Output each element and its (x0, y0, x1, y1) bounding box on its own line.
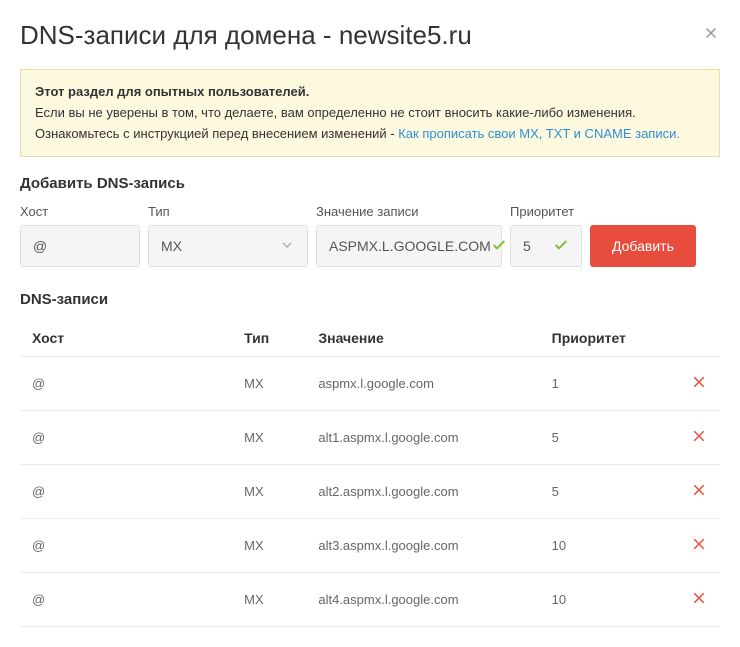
cell-priority: 5 (540, 465, 667, 519)
table-row: @MXalt1.aspmx.l.google.com5 (20, 411, 720, 465)
cell-type: MX (232, 519, 306, 573)
table-row: @MXaspmx.l.google.com1 (20, 357, 720, 411)
cell-value: alt4.aspmx.l.google.com (306, 573, 539, 627)
cell-type: MX (232, 411, 306, 465)
col-header-type: Тип (232, 320, 306, 357)
cell-type: MX (232, 357, 306, 411)
cell-type: MX (232, 573, 306, 627)
cell-host: @ (20, 357, 232, 411)
delete-icon[interactable] (690, 535, 708, 556)
warning-line3-prefix: Ознакомьтесь с инструкцией перед внесени… (35, 126, 398, 141)
table-row: @MXalt4.aspmx.l.google.com10 (20, 573, 720, 627)
col-header-priority: Приоритет (540, 320, 667, 357)
table-row: @MXalt3.aspmx.l.google.com10 (20, 519, 720, 573)
cell-type: MX (232, 465, 306, 519)
add-button[interactable]: Добавить (590, 225, 696, 267)
cell-priority: 10 (540, 573, 667, 627)
warning-notice: Этот раздел для опытных пользователей. Е… (20, 69, 720, 157)
cell-value: alt2.aspmx.l.google.com (306, 465, 539, 519)
value-label: Значение записи (316, 204, 502, 219)
warning-line1: Этот раздел для опытных пользователей. (35, 82, 705, 103)
delete-icon[interactable] (690, 481, 708, 502)
col-header-value: Значение (306, 320, 539, 357)
type-select[interactable]: MX (148, 225, 308, 267)
check-icon (491, 237, 507, 256)
cell-priority: 10 (540, 519, 667, 573)
priority-input[interactable]: 5 (510, 225, 582, 267)
table-row: @MXalt2.aspmx.l.google.com5 (20, 465, 720, 519)
host-input[interactable]: @ (20, 225, 140, 267)
records-title: DNS-записи (20, 291, 720, 308)
cell-priority: 1 (540, 357, 667, 411)
priority-label: Приоритет (510, 204, 582, 219)
value-input[interactable]: ASPMX.L.GOOGLE.COM (316, 225, 502, 267)
add-record-title: Добавить DNS-запись (20, 175, 720, 192)
cell-host: @ (20, 411, 232, 465)
cell-value: alt1.aspmx.l.google.com (306, 411, 539, 465)
delete-icon[interactable] (690, 589, 708, 610)
cell-value: alt3.aspmx.l.google.com (306, 519, 539, 573)
warning-link[interactable]: Как прописать свои MX, TXT и CNAME запис… (398, 126, 680, 141)
cell-value: aspmx.l.google.com (306, 357, 539, 411)
add-record-form: Хост @ Тип MX Значение записи ASPMX.L.GO… (20, 204, 720, 267)
page-title: DNS-записи для домена - newsite5.ru (20, 20, 472, 51)
cell-host: @ (20, 573, 232, 627)
cell-priority: 5 (540, 411, 667, 465)
delete-icon[interactable] (690, 427, 708, 448)
cell-host: @ (20, 519, 232, 573)
col-header-host: Хост (20, 320, 232, 357)
cell-host: @ (20, 465, 232, 519)
warning-line2: Если вы не уверены в том, что делаете, в… (35, 103, 705, 124)
records-table: Хост Тип Значение Приоритет @MXaspmx.l.g… (20, 320, 720, 627)
check-icon (553, 237, 569, 256)
delete-icon[interactable] (690, 373, 708, 394)
close-icon[interactable] (702, 24, 720, 47)
type-label: Тип (148, 204, 308, 219)
chevron-down-icon (279, 237, 295, 256)
host-label: Хост (20, 204, 140, 219)
